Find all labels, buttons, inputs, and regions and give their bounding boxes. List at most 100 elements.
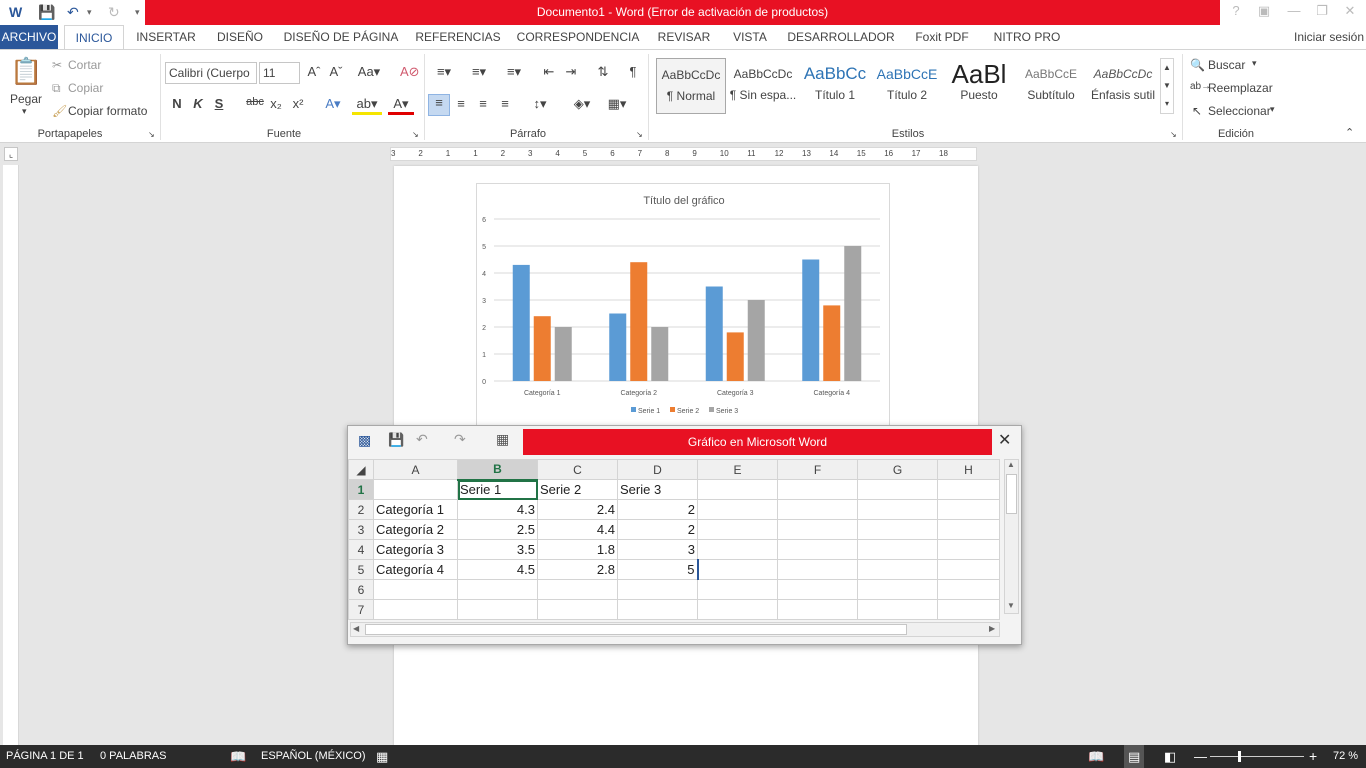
bullets-icon[interactable]: ≡▾ xyxy=(430,64,458,80)
undo-icon[interactable]: ↶ xyxy=(67,3,79,21)
zoom-in-icon[interactable]: + xyxy=(1309,745,1317,768)
select-all-corner[interactable]: ◢ xyxy=(348,459,374,480)
cell[interactable] xyxy=(937,519,1000,540)
minimize-icon[interactable]: — xyxy=(1284,3,1304,18)
maximize-icon[interactable]: ❐ xyxy=(1312,3,1332,19)
cell[interactable] xyxy=(777,499,858,520)
style-enfasis-sutil[interactable]: AaBbCcDc Énfasis sutil xyxy=(1088,58,1158,114)
signin-link[interactable]: Iniciar sesión xyxy=(1292,25,1366,50)
redo-icon[interactable]: ↻ xyxy=(108,3,120,21)
cell[interactable] xyxy=(937,499,1000,520)
superscript-button[interactable]: x² xyxy=(290,96,306,111)
cell[interactable]: 3.5 xyxy=(457,539,538,560)
style-titulo-2[interactable]: AaBbCcE Título 2 xyxy=(872,58,942,114)
cell[interactable] xyxy=(857,579,938,600)
font-size-field[interactable]: 11 xyxy=(259,62,300,84)
row-header[interactable]: 2 xyxy=(348,499,374,520)
cell[interactable]: 2 xyxy=(617,499,698,520)
align-right-icon[interactable]: ≡ xyxy=(474,96,492,111)
row-header[interactable]: 7 xyxy=(348,599,374,620)
cell[interactable] xyxy=(697,579,778,600)
align-left-icon[interactable]: ≡ xyxy=(428,94,450,116)
text-effects-icon[interactable]: A▾ xyxy=(320,96,346,112)
proofing-icon[interactable]: 📖 xyxy=(230,745,246,768)
horizontal-scroll-thumb[interactable] xyxy=(365,624,907,635)
shrink-font-icon[interactable]: Aˇ xyxy=(328,64,344,79)
zoom-level[interactable]: 72 % xyxy=(1333,745,1358,768)
cell[interactable] xyxy=(857,499,938,520)
cell[interactable] xyxy=(697,599,778,620)
format-painter-button[interactable]: Copiar formato xyxy=(68,104,147,118)
cell[interactable]: 2.4 xyxy=(537,499,618,520)
tab-insertar[interactable]: INSERTAR xyxy=(130,25,202,50)
paragraph-launcher-icon[interactable]: ↘ xyxy=(636,130,643,139)
cell[interactable] xyxy=(697,539,778,560)
cell[interactable] xyxy=(537,579,618,600)
zoom-out-icon[interactable]: — xyxy=(1194,745,1207,768)
cell[interactable] xyxy=(777,599,858,620)
cell[interactable]: 2.5 xyxy=(457,519,538,540)
cell[interactable]: 4.3 xyxy=(457,499,538,520)
cell[interactable] xyxy=(857,519,938,540)
cell[interactable] xyxy=(457,599,538,620)
tab-diseno[interactable]: DISEÑO xyxy=(212,25,268,50)
web-layout-icon[interactable]: ◧ xyxy=(1164,745,1176,768)
chart-object[interactable]: Título del gráfico 0 1 2 3 4 5 6 Categoría 1 Cat… xyxy=(476,183,890,428)
show-marks-icon[interactable]: ¶ xyxy=(624,64,642,79)
cell[interactable] xyxy=(617,599,698,620)
font-color-icon[interactable]: A▾ xyxy=(388,96,414,115)
column-header[interactable]: H xyxy=(937,459,1000,480)
cell[interactable] xyxy=(937,579,1000,600)
tab-selector-icon[interactable]: ⌞ xyxy=(4,147,18,161)
cell[interactable] xyxy=(857,599,938,620)
tab-archivo[interactable]: ARCHIVO xyxy=(0,25,58,50)
style-titulo-1[interactable]: AaBbCc Título 1 xyxy=(800,58,870,114)
cell[interactable] xyxy=(697,479,778,500)
underline-button[interactable]: S xyxy=(212,96,226,111)
zoom-slider[interactable] xyxy=(1210,756,1304,757)
cell[interactable] xyxy=(373,599,458,620)
row-header[interactable]: 5 xyxy=(348,559,374,580)
collapse-ribbon-icon[interactable]: ⌃ xyxy=(1345,126,1354,139)
column-header[interactable]: G xyxy=(857,459,938,480)
cell[interactable] xyxy=(857,539,938,560)
cell[interactable] xyxy=(777,559,858,580)
borders-icon[interactable]: ▦▾ xyxy=(602,96,632,112)
select-dropdown-icon[interactable]: ▾ xyxy=(1270,104,1275,115)
sort-icon[interactable]: ⇅ xyxy=(594,64,612,80)
cell[interactable] xyxy=(617,579,698,600)
tab-revisar[interactable]: REVISAR xyxy=(654,25,714,50)
read-mode-icon[interactable]: 📖 xyxy=(1088,745,1104,768)
cell[interactable]: Categoría 2 xyxy=(373,519,458,540)
row-header[interactable]: 6 xyxy=(348,579,374,600)
cell[interactable] xyxy=(697,559,778,580)
cell[interactable] xyxy=(777,579,858,600)
italic-button[interactable]: K xyxy=(191,96,205,111)
cell[interactable] xyxy=(697,519,778,540)
column-header[interactable]: E xyxy=(697,459,778,480)
ribbon-display-icon[interactable]: ▣ xyxy=(1254,3,1274,19)
cell[interactable] xyxy=(937,559,1000,580)
numbering-icon[interactable]: ≡▾ xyxy=(465,64,493,80)
cell[interactable]: 4.4 xyxy=(537,519,618,540)
cell[interactable]: 4.5 xyxy=(457,559,538,580)
zoom-slider-thumb[interactable] xyxy=(1238,751,1241,762)
cell[interactable]: 3 xyxy=(617,539,698,560)
tab-vista[interactable]: VISTA xyxy=(728,25,772,50)
cell[interactable]: Categoría 3 xyxy=(373,539,458,560)
cell[interactable] xyxy=(373,479,458,500)
cell[interactable] xyxy=(857,479,938,500)
paste-icon[interactable]: 📋 xyxy=(10,56,42,88)
print-layout-icon[interactable]: ▤ xyxy=(1124,745,1145,768)
macro-icon[interactable]: ▦ xyxy=(376,745,388,768)
column-header[interactable]: C xyxy=(537,459,618,480)
tab-referencias[interactable]: REFERENCIAS xyxy=(414,25,502,50)
cell[interactable] xyxy=(697,499,778,520)
subscript-button[interactable]: x₂ xyxy=(268,96,284,111)
cell[interactable] xyxy=(777,539,858,560)
style-puesto[interactable]: AaBl Puesto xyxy=(944,58,1014,114)
clear-format-icon[interactable]: A⊘ xyxy=(400,64,420,80)
copy-button[interactable]: Copiar xyxy=(68,81,103,95)
cell[interactable] xyxy=(937,479,1000,500)
close-icon[interactable]: ✕ xyxy=(1340,3,1360,19)
